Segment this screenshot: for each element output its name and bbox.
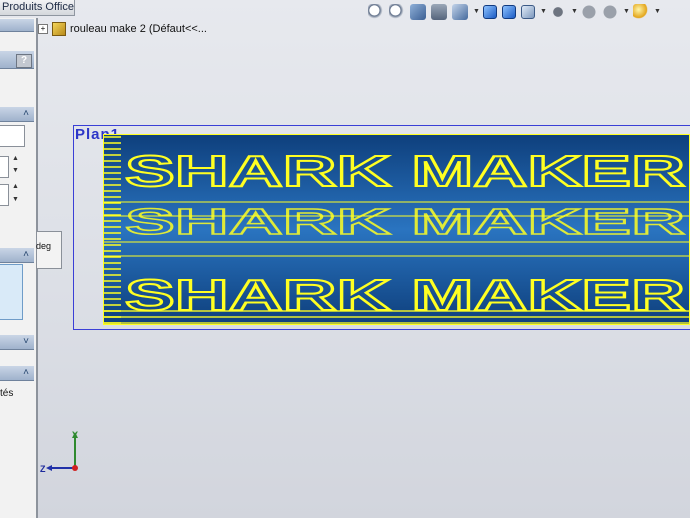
- spin-down-icon[interactable]: ▼: [12, 196, 19, 204]
- realview-icon[interactable]: [633, 4, 649, 20]
- zoom-fit-icon[interactable]: [368, 4, 384, 20]
- y-axis-label: Y: [72, 430, 79, 440]
- number-field-1[interactable]: [0, 156, 9, 178]
- embossed-text-row-2: SHARK MAKER: [125, 201, 685, 242]
- section-header-4[interactable]: ˄: [0, 366, 34, 381]
- selection-box[interactable]: [0, 264, 23, 320]
- spin-up-icon[interactable]: ▲: [12, 183, 19, 191]
- feature-tree-item[interactable]: + rouleau make 2 (Défaut<<...: [38, 22, 207, 36]
- chevron-up-icon[interactable]: ˄: [23, 108, 29, 119]
- number-field-2[interactable]: [0, 184, 9, 206]
- part-name: rouleau make 2 (Défaut<<...: [70, 22, 207, 35]
- display-style-icon[interactable]: [483, 5, 497, 19]
- bottom-edge-hatch: [103, 306, 690, 325]
- z-arrow-icon: [46, 465, 52, 471]
- dropdown-arrow-icon[interactable]: ▼: [623, 4, 630, 20]
- spin-up-icon[interactable]: ▲: [12, 155, 19, 163]
- value-field-1[interactable]: [0, 125, 25, 147]
- roller-model[interactable]: SHARK MAKER SHARK MAKER SHARK MAKER: [103, 134, 690, 325]
- edit-appearance-icon[interactable]: [550, 4, 566, 20]
- section-header-3[interactable]: ˅: [0, 335, 34, 350]
- dropdown-arrow-icon[interactable]: ▼: [540, 4, 547, 20]
- section-view-icon[interactable]: [431, 4, 447, 20]
- section-header-2[interactable]: ˄: [0, 248, 34, 263]
- panel-header-bar: ?: [0, 51, 34, 69]
- apply-scene-icon[interactable]: [581, 4, 597, 20]
- embossed-text-row-1: SHARK MAKER: [125, 147, 685, 196]
- origin-icon: [72, 465, 78, 471]
- zoom-area-icon[interactable]: [389, 4, 405, 20]
- hide-show-icon[interactable]: [521, 5, 535, 19]
- shaded-edges-icon[interactable]: [502, 5, 516, 19]
- previous-view-icon[interactable]: [410, 4, 426, 20]
- view-settings-icon[interactable]: [602, 4, 618, 20]
- properties-label: tés: [0, 388, 14, 399]
- chevron-down-icon[interactable]: ˅: [23, 336, 29, 347]
- view-orientation-icon[interactable]: [452, 4, 468, 20]
- spin-down-icon[interactable]: ▼: [12, 167, 19, 175]
- dropdown-arrow-icon[interactable]: ▼: [473, 4, 480, 20]
- chevron-up-icon[interactable]: ˄: [23, 249, 29, 260]
- panel-header-bar-top: [0, 19, 34, 32]
- z-axis-label: Z: [40, 464, 46, 474]
- expand-icon[interactable]: +: [38, 24, 48, 34]
- office-products-tab[interactable]: Produits Office: [0, 0, 75, 16]
- left-end-hatch: [103, 134, 121, 325]
- help-button[interactable]: ?: [16, 54, 32, 68]
- dropdown-arrow-icon[interactable]: ▼: [571, 4, 578, 20]
- dropdown-arrow-icon[interactable]: ▼: [654, 4, 661, 20]
- part-icon: [52, 22, 66, 36]
- deg-label: deg: [36, 241, 52, 251]
- heads-up-view-toolbar: ▼ ▼ ▼ ▼ ▼: [368, 4, 664, 24]
- chevron-up-icon[interactable]: ˄: [23, 367, 29, 378]
- section-header-1[interactable]: ˄: [0, 107, 34, 122]
